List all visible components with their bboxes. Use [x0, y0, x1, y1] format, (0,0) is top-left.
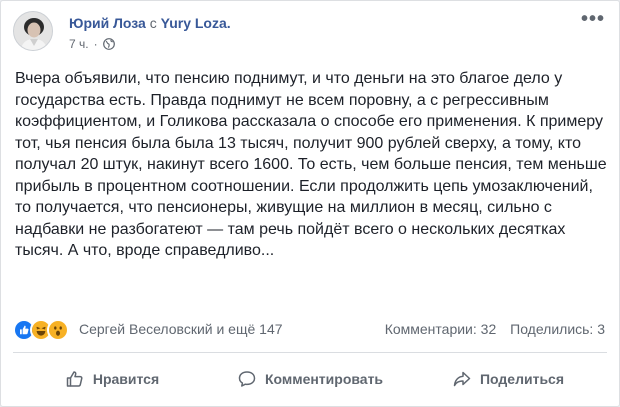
wow-reaction-icon — [47, 319, 69, 341]
author-avatar[interactable] — [13, 11, 53, 51]
post-meta: 7 ч. · — [69, 37, 115, 51]
thumbs-up-icon — [66, 371, 83, 387]
post-header: Юрий Лоза с Yury Loza. 7 ч. · ••• — [13, 9, 607, 63]
more-options-icon[interactable]: ••• — [581, 9, 605, 29]
comment-button-label: Комментировать — [264, 371, 384, 387]
like-button[interactable]: Нравится — [13, 357, 211, 401]
share-button[interactable]: Поделиться — [409, 357, 607, 401]
reaction-icons[interactable] — [13, 319, 69, 341]
author-line: Юрий Лоза с Yury Loza. — [69, 15, 231, 31]
author-name[interactable]: Юрий Лоза — [69, 15, 146, 31]
globe-icon[interactable] — [102, 38, 115, 50]
post-actions: Нравится Комментировать Поделиться — [13, 357, 607, 401]
reactions-row: Сергей Веселовский и ещё 147 Комментарии… — [13, 319, 607, 341]
reactions-summary[interactable]: Сергей Веселовский и ещё 147 — [79, 321, 283, 337]
post-timestamp[interactable]: 7 ч. — [69, 37, 89, 51]
shares-count[interactable]: Поделились: 3 — [510, 321, 605, 337]
like-button-label: Нравится — [92, 371, 160, 387]
post-stats: Комментарии: 32 Поделились: 3 — [385, 321, 605, 337]
comments-count[interactable]: Комментарии: 32 — [385, 321, 497, 337]
tagged-page-name[interactable]: Yury Loza. — [161, 15, 231, 31]
with-word: с — [149, 15, 157, 31]
comment-icon — [238, 371, 256, 387]
actions-divider — [13, 352, 607, 353]
avatar-photo — [14, 12, 52, 50]
share-icon — [453, 371, 471, 387]
post-text: Вчера объявили, что пенсию поднимут, и ч… — [15, 70, 607, 259]
share-button-label: Поделиться — [479, 371, 565, 387]
comment-button[interactable]: Комментировать — [211, 357, 409, 401]
post-card: Юрий Лоза с Yury Loza. 7 ч. · ••• Вчера … — [0, 0, 620, 407]
